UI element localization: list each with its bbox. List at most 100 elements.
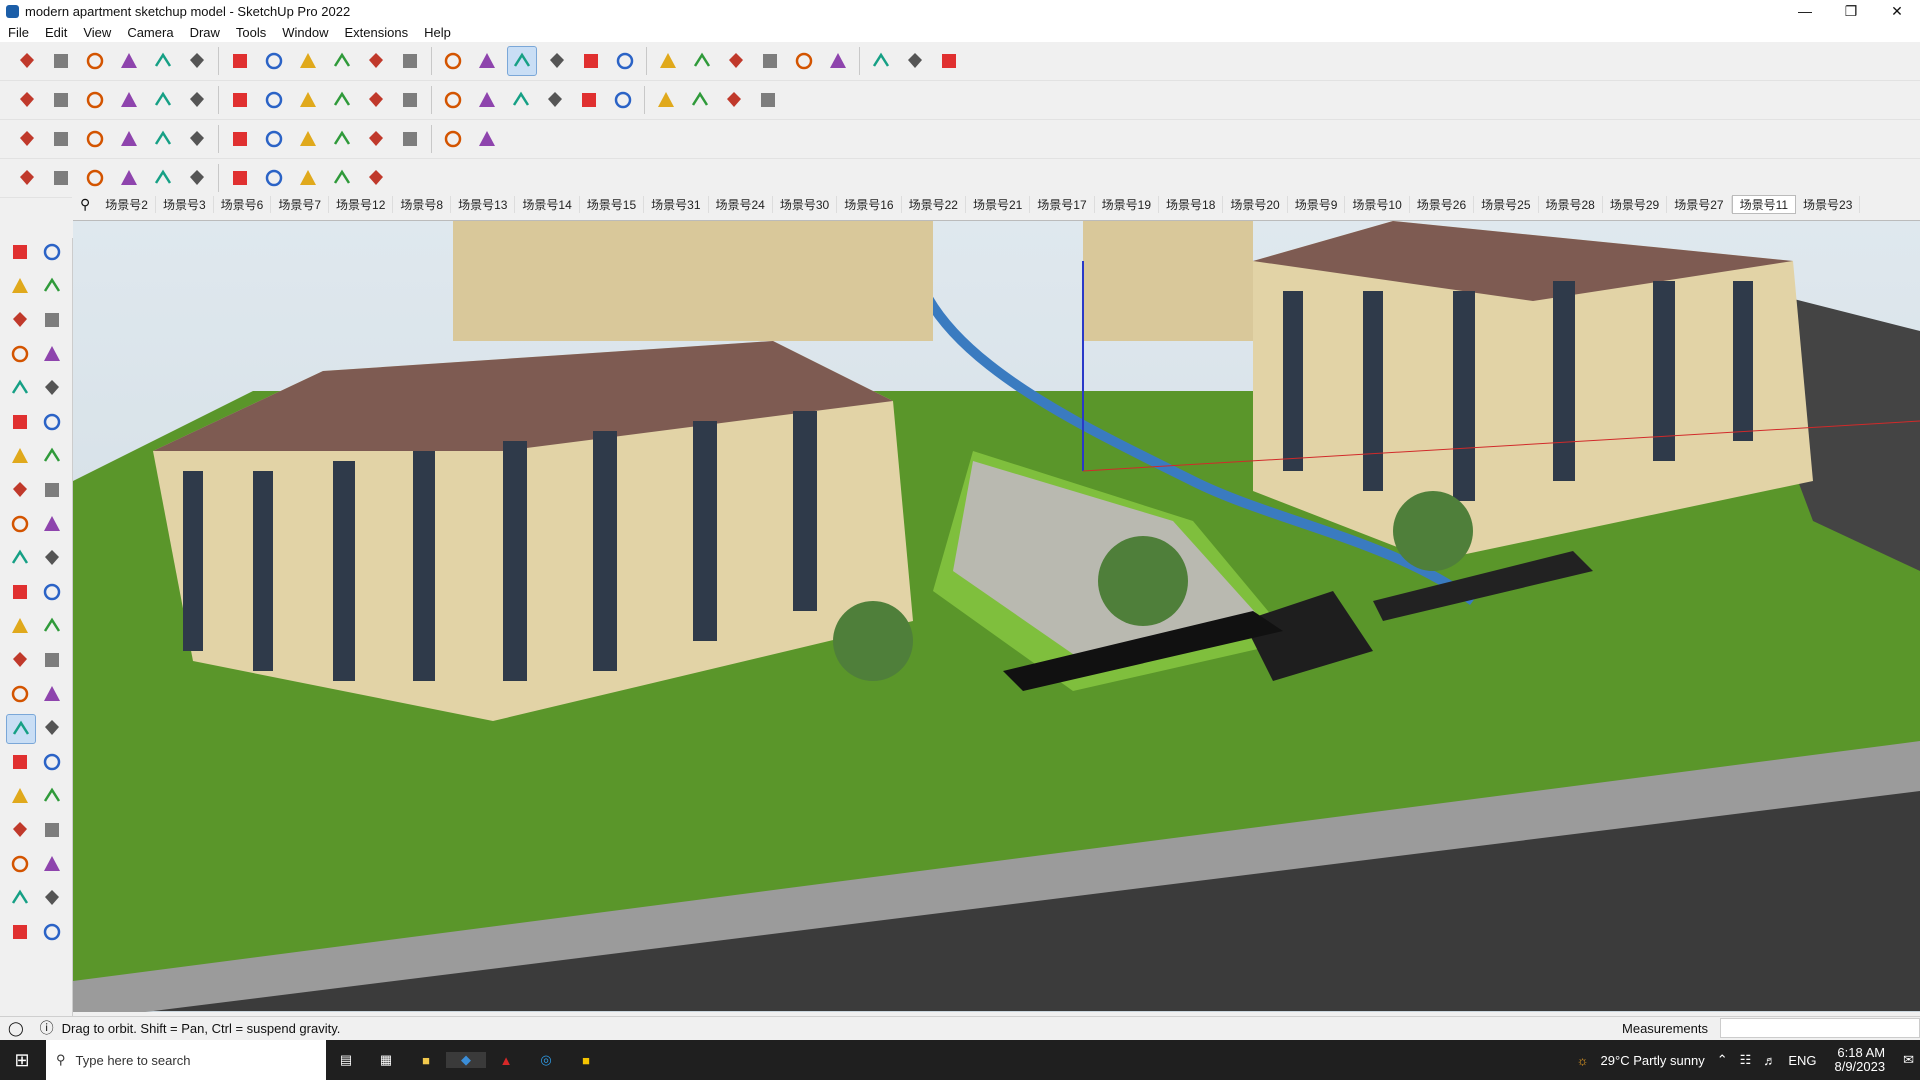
blue-button[interactable] — [47, 125, 75, 153]
rotate2-button[interactable] — [183, 125, 211, 153]
box-button[interactable] — [47, 86, 75, 114]
scene-tab[interactable]: 场景号29 — [1603, 195, 1668, 213]
file-explorer-icon[interactable]: ■ — [406, 1053, 446, 1068]
followme-tool[interactable] — [38, 544, 66, 572]
orbit-button[interactable] — [507, 46, 537, 76]
axes-tool[interactable] — [6, 680, 34, 708]
warehouse-button[interactable] — [654, 47, 682, 75]
scene-tab[interactable]: 场景号17 — [1030, 195, 1095, 213]
helix-button[interactable] — [183, 164, 211, 192]
layers-button[interactable] — [688, 47, 716, 75]
scene-tab[interactable]: 场景号24 — [709, 195, 773, 213]
lines-button[interactable] — [609, 86, 637, 114]
wall-button[interactable] — [362, 86, 390, 114]
arc3-tool[interactable] — [38, 476, 66, 504]
scene-tab[interactable]: 场景号30 — [773, 195, 838, 213]
edge-icon[interactable]: ◎ — [526, 1052, 566, 1068]
text-3d-button[interactable] — [541, 86, 569, 114]
scene-tab[interactable]: 场景号26 — [1410, 195, 1475, 213]
scene-tab[interactable]: 场景号2 — [98, 195, 156, 213]
arrow-z-button[interactable] — [260, 86, 288, 114]
scene-tab[interactable]: 场景号31 — [644, 195, 709, 213]
menu-draw[interactable]: Draw — [182, 25, 228, 40]
cut-button[interactable] — [575, 86, 603, 114]
hexagon-button[interactable] — [686, 86, 714, 114]
close-button[interactable]: ✕ — [1874, 0, 1920, 22]
move-button[interactable] — [294, 47, 322, 75]
push-button[interactable] — [149, 86, 177, 114]
sticky-notes-icon[interactable]: ■ — [566, 1053, 606, 1068]
scene-tab[interactable]: 场景号20 — [1223, 195, 1288, 213]
model-viewport[interactable] — [73, 220, 1920, 1012]
scene-tab[interactable]: 场景号11 — [1731, 194, 1797, 214]
stamp-tool[interactable] — [38, 918, 66, 946]
smoove-tool[interactable] — [38, 884, 66, 912]
tape-button[interactable] — [396, 47, 424, 75]
weather-text[interactable]: 29°C Partly sunny — [1601, 1053, 1705, 1068]
scene-tab[interactable]: 场景号28 — [1539, 195, 1603, 213]
line-tool[interactable] — [6, 340, 34, 368]
star-button[interactable] — [720, 86, 748, 114]
orbit-tool[interactable] — [38, 238, 66, 266]
sketchup-taskbar-icon[interactable]: ◆ — [446, 1052, 486, 1068]
tray-chevron-icon[interactable]: ⌃ — [1717, 1052, 1728, 1068]
windows-start-icon[interactable]: ⊞ — [0, 1050, 44, 1071]
extrude-button[interactable] — [115, 86, 143, 114]
zoom-tool[interactable] — [6, 748, 34, 776]
polygon-tool[interactable] — [38, 408, 66, 436]
followme-button[interactable] — [260, 47, 288, 75]
plane-button[interactable] — [328, 86, 356, 114]
bars-button[interactable] — [260, 125, 288, 153]
select-button[interactable] — [47, 47, 75, 75]
dimension-tool[interactable] — [38, 612, 66, 640]
notifications-icon[interactable]: ✉ — [1903, 1052, 1914, 1068]
cube-button[interactable] — [13, 86, 41, 114]
search-button[interactable] — [13, 47, 41, 75]
eraser-button[interactable] — [81, 47, 109, 75]
geo-location-icon[interactable]: ◯ — [8, 1020, 24, 1037]
scene-tab[interactable]: 场景号18 — [1159, 195, 1224, 213]
menu-window[interactable]: Window — [274, 25, 336, 40]
rotated-rect-tool[interactable] — [38, 374, 66, 402]
scene-tab[interactable]: 场景号3 — [156, 195, 214, 213]
minimize-button[interactable]: — — [1782, 0, 1828, 22]
stair-button[interactable] — [507, 86, 535, 114]
footprint-tool[interactable] — [6, 850, 34, 878]
scene-tab[interactable]: 场景号19 — [1095, 195, 1160, 213]
components-button[interactable] — [790, 47, 818, 75]
scene-tab[interactable]: 场景号27 — [1667, 195, 1732, 213]
clock[interactable]: 6:18 AM 8/9/2023 — [1828, 1046, 1891, 1074]
menu-extensions[interactable]: Extensions — [337, 25, 417, 40]
pan-button[interactable] — [543, 47, 571, 75]
scene-tab[interactable]: 场景号12 — [329, 195, 394, 213]
link-button[interactable] — [473, 125, 501, 153]
roof-button[interactable] — [473, 86, 501, 114]
paint-bucket-button[interactable] — [754, 86, 782, 114]
axes-button[interactable] — [867, 47, 895, 75]
sandbox-tool[interactable] — [6, 884, 34, 912]
arrow-y-button[interactable] — [226, 86, 254, 114]
scene-tab[interactable]: 场景号15 — [580, 195, 645, 213]
rotate-tool[interactable] — [6, 544, 34, 572]
section-button[interactable] — [824, 47, 852, 75]
walk-tool[interactable] — [6, 816, 34, 844]
undo-button[interactable] — [901, 47, 929, 75]
sandbox-button[interactable] — [722, 47, 750, 75]
pyramid-button[interactable] — [362, 125, 390, 153]
scale-tool[interactable] — [6, 578, 34, 606]
door-button[interactable] — [396, 86, 424, 114]
menu-edit[interactable]: Edit — [37, 25, 75, 40]
scene-tab[interactable]: 场景号8 — [393, 195, 452, 213]
zoom-window-tool[interactable] — [38, 748, 66, 776]
magnet-button[interactable] — [396, 125, 424, 153]
paint-tool[interactable] — [6, 272, 34, 300]
scene-tab[interactable]: 场景号21 — [966, 195, 1031, 213]
scale-button[interactable] — [362, 47, 390, 75]
eraser-tool[interactable] — [38, 272, 66, 300]
arc2-tool[interactable] — [6, 476, 34, 504]
select-tool[interactable] — [6, 238, 34, 266]
rotate-button[interactable] — [328, 47, 356, 75]
circle-tool[interactable] — [6, 408, 34, 436]
move-tool[interactable] — [6, 510, 34, 538]
menu-view[interactable]: View — [75, 25, 119, 40]
